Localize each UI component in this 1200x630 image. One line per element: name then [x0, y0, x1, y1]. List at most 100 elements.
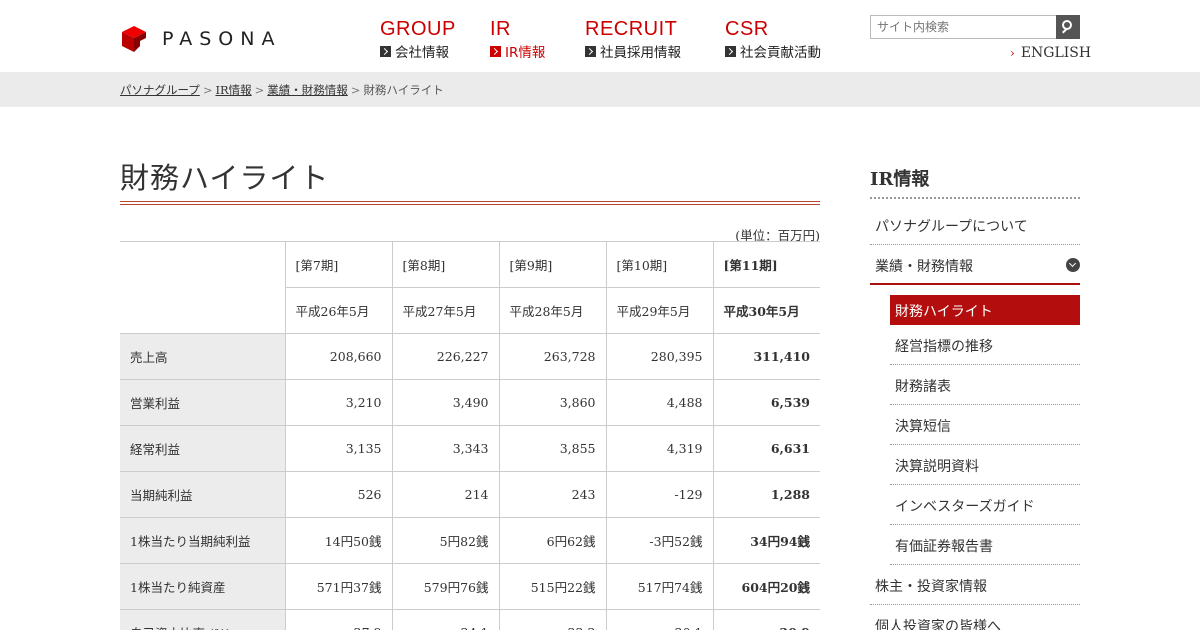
chevron-down-icon[interactable] — [1066, 258, 1080, 272]
sidebar-item[interactable]: 有価証券報告書 — [890, 525, 1080, 565]
table-cell: 243 — [498, 471, 607, 518]
column-date: 平成30年5月 — [712, 287, 820, 334]
table-row: 営業利益 3,210 3,490 3,860 4,488 6,539 — [120, 379, 820, 426]
nav-group-jp: 会社情報 — [395, 45, 449, 61]
chevron-right-icon: › — [1010, 46, 1015, 60]
column-date: 平成27年5月 — [391, 287, 500, 334]
table-cell: 20.1 — [605, 609, 714, 630]
sidebar-item-label: 決算説明資料 — [895, 459, 979, 475]
nav-ir[interactable]: IR IR情報 — [490, 18, 585, 61]
sidebar-item[interactable]: インベスターズガイド — [890, 485, 1080, 525]
financial-highlights-table: [第7期] [第8期] [第9期] [第10期] [第11期] 平成26年5月 … — [120, 241, 820, 630]
sidebar-item[interactable]: 決算短信 — [890, 405, 1080, 445]
table-cell: 214 — [391, 471, 500, 518]
breadcrumb-link-group[interactable]: パソナグループ — [120, 83, 200, 97]
search-input[interactable] — [870, 15, 1056, 39]
table-cell: 579円76銭 — [391, 563, 500, 610]
nav-group[interactable]: GROUP 会社情報 — [380, 18, 490, 61]
column-date: 平成26年5月 — [285, 287, 393, 334]
table-cell: -129 — [605, 471, 714, 518]
sidebar-item[interactable]: 財務諸表 — [890, 365, 1080, 405]
arrow-right-icon — [725, 45, 736, 57]
sidebar-item[interactable]: 経営指標の推移 — [890, 325, 1080, 365]
row-label: 売上高 — [120, 333, 286, 380]
table-cell: 3,343 — [391, 425, 500, 472]
table-cell: 3,855 — [498, 425, 607, 472]
row-label: 経常利益 — [120, 425, 286, 472]
breadcrumb-link-ir[interactable]: IR情報 — [215, 83, 251, 97]
sidebar-item-label: 財務ハイライト — [895, 304, 993, 320]
table-cell: 20.9 — [712, 609, 820, 630]
breadcrumb-bar: パソナグループ > IR情報 > 業績・財務情報 > 財務ハイライト — [0, 72, 1200, 107]
nav-recruit[interactable]: RECRUIT 社員採用情報 — [585, 18, 725, 61]
column-date: 平成28年5月 — [498, 287, 607, 334]
sidebar-item-label: 財務諸表 — [895, 379, 951, 395]
arrow-right-icon — [585, 45, 596, 57]
column-period: [第9期] — [498, 241, 607, 288]
table-cell: -3円52銭 — [605, 517, 714, 564]
table-cell: 3,860 — [498, 379, 607, 426]
sidebar-item[interactable]: 財務ハイライト — [890, 295, 1080, 325]
nav-ir-en: IR — [490, 18, 511, 40]
table-cell: 571円37銭 — [284, 563, 393, 610]
english-label: ENGLISH — [1020, 45, 1092, 61]
global-nav: GROUP 会社情報 IR IR情報 RECRUIT 社員採用情報 CSR 社会… — [380, 18, 835, 61]
nav-csr-en: CSR — [725, 18, 769, 40]
site-header: PASONA GROUP 会社情報 IR IR情報 RECRUIT 社員採用情報… — [0, 0, 1200, 72]
page-title: 財務ハイライト — [120, 161, 330, 195]
table-cell: 604円20銭 — [712, 563, 820, 610]
sidebar-item-label: 決算短信 — [895, 419, 951, 435]
table-cell: 3,210 — [284, 379, 393, 426]
breadcrumb-separator: > — [254, 83, 265, 97]
search-icon — [1062, 20, 1072, 30]
sidebar-item[interactable]: 業績・財務情報 — [870, 245, 1080, 285]
table-row: 1株当たり純資産 571円37銭 579円76銭 515円22銭 517円74銭 604円… — [120, 563, 820, 610]
table-cell: 311,410 — [712, 333, 820, 380]
logo-mark-icon — [122, 26, 146, 52]
sidebar-nav: パソナグループについて業績・財務情報財務ハイライト経営指標の推移財務諸表決算短信… — [870, 205, 1080, 630]
breadcrumb-current: 財務ハイライト — [363, 83, 444, 97]
table-cell: 1,288 — [712, 471, 820, 518]
nav-csr[interactable]: CSR 社会貢献活動 — [725, 18, 835, 61]
nav-recruit-en: RECRUIT — [585, 18, 678, 40]
breadcrumb-separator: > — [202, 83, 213, 97]
breadcrumb: パソナグループ > IR情報 > 業績・財務情報 > 財務ハイライト — [120, 82, 444, 98]
table-row: 売上高 208,660 226,227 263,728 280,395 311,410 — [120, 333, 820, 380]
table-corner — [120, 241, 286, 334]
column-period: [第10期] — [605, 241, 714, 288]
table-cell: 6円62銭 — [498, 517, 607, 564]
breadcrumb-link-performance[interactable]: 業績・財務情報 — [267, 83, 348, 97]
search-button[interactable] — [1056, 15, 1080, 39]
table-cell: 34円94銭 — [712, 517, 820, 564]
column-period: [第8期] — [391, 241, 500, 288]
english-link[interactable]: › ENGLISH — [1010, 45, 1091, 61]
sidebar-item-label: 株主・投資家情報 — [875, 579, 987, 595]
sidebar-title: IR情報 — [870, 169, 930, 190]
sidebar-item-label: インベスターズガイド — [895, 499, 1035, 515]
sidebar-item-label: 業績・財務情報 — [875, 259, 973, 275]
table-row: 1株当たり当期純利益 14円50銭 5円82銭 6円62銭 -3円52銭 34円94銭 — [120, 517, 820, 564]
table-body: 売上高 208,660 226,227 263,728 280,395 311,410 営業… — [120, 333, 820, 630]
table-cell: 226,227 — [391, 333, 500, 380]
row-label: 1株当たり当期純利益 — [120, 517, 286, 564]
arrow-right-icon — [490, 45, 501, 57]
sidebar-item[interactable]: 株主・投資家情報 — [870, 565, 1080, 605]
row-label: 営業利益 — [120, 379, 286, 426]
table-row: 経常利益 3,135 3,343 3,855 4,319 6,631 — [120, 425, 820, 472]
table-cell: 14円50銭 — [284, 517, 393, 564]
sidebar-item[interactable]: 個人投資家の皆様へ — [870, 605, 1080, 630]
column-period: [第7期] — [284, 241, 393, 288]
title-divider — [120, 201, 820, 205]
sidebar-item[interactable]: 決算説明資料 — [890, 445, 1080, 485]
table-cell: 5円82銭 — [391, 517, 500, 564]
column-period: [第11期] — [712, 241, 820, 288]
sidebar-item[interactable]: パソナグループについて — [870, 205, 1080, 245]
nav-ir-jp: IR情報 — [505, 45, 546, 61]
table-cell: 6,539 — [712, 379, 820, 426]
table-cell: 208,660 — [284, 333, 393, 380]
table-cell: 263,728 — [498, 333, 607, 380]
nav-recruit-jp: 社員採用情報 — [600, 45, 681, 61]
pasona-logo[interactable]: PASONA — [120, 24, 281, 54]
table-cell: 27.9 — [284, 609, 393, 630]
sidebar-title-divider — [870, 197, 1080, 199]
